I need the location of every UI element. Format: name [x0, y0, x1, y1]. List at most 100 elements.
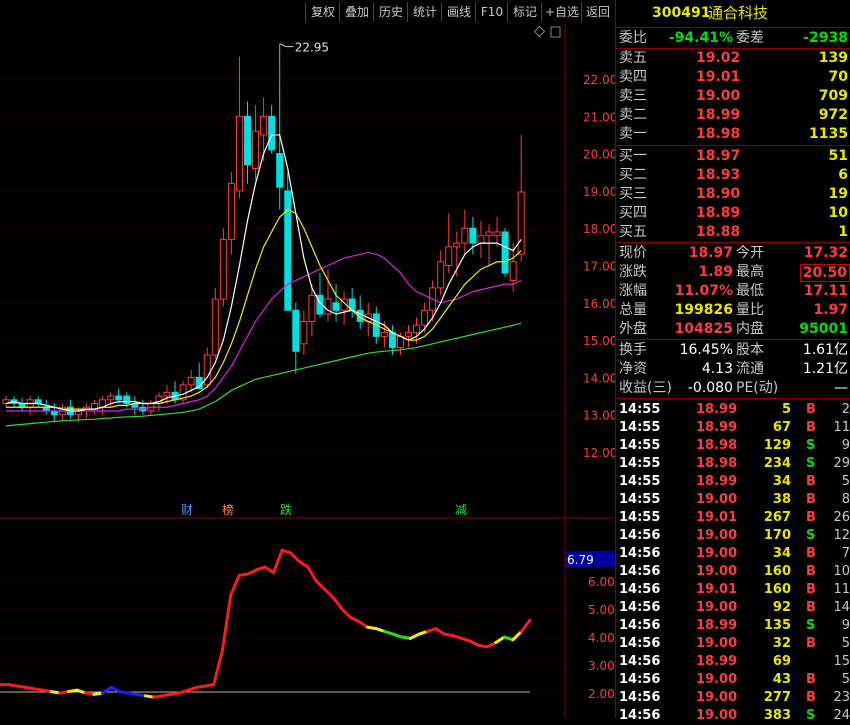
candle-body	[292, 309, 300, 352]
tick-volume: 277	[763, 690, 791, 705]
quote-value: 1.89	[698, 264, 733, 280]
candle-body	[437, 261, 445, 289]
buy-level-price: 18.93	[696, 167, 741, 183]
tick-count: 5	[841, 672, 850, 687]
tick-side: S	[806, 528, 816, 543]
tick-count: 23	[833, 690, 850, 705]
sell-level-row: 卖五 19.02 139	[616, 49, 850, 68]
tick-time: 14:56	[619, 528, 661, 543]
buy-level-price: 18.90	[696, 186, 741, 202]
tick-row: 14:56 19.00 32 B 5	[616, 635, 850, 653]
event-marker[interactable]: 榜	[222, 502, 234, 517]
indicator-segment	[511, 629, 523, 642]
tick-count: 29	[833, 456, 850, 471]
mark-button[interactable]: 标记	[507, 2, 542, 22]
tick-volume: 43	[772, 672, 791, 687]
tick-side: B	[806, 546, 816, 561]
stats-button[interactable]: 统计	[407, 2, 442, 22]
kline-chart[interactable]: 22.00 21.00 20.00 19.00 18.00 17.00 16.00 15.00…	[0, 24, 615, 718]
event-marker[interactable]: 跌	[280, 502, 292, 517]
sell-level-label: 卖五	[619, 50, 647, 66]
tick-time: 14:56	[619, 618, 661, 633]
tick-volume: 92	[772, 600, 791, 615]
divider	[616, 339, 850, 340]
buy-level-row: 买一 18.97 51	[616, 147, 850, 166]
tick-row: 14:55 19.00 38 B 8	[616, 491, 850, 509]
tick-row: 14:56 19.00 34 B 7	[616, 545, 850, 563]
order-ratio-row: 委比 -94.41% 委差 -2938	[616, 29, 850, 48]
sell-level-volume: 1135	[809, 126, 848, 142]
indicator-segment	[519, 618, 532, 633]
tick-side: B	[806, 510, 816, 525]
kline-chart-area[interactable]: 22.00 21.00 20.00 19.00 18.00 17.00 16.00 15.00…	[0, 24, 615, 718]
peak-price-label: 22.95	[295, 41, 329, 55]
tick-row: 14:55 18.99 34 B 5	[616, 473, 850, 491]
price-axis-label: 17.00	[583, 260, 615, 274]
quote-panel: 300491 通合科技 委比 -94.41% 委差 -2938 卖五 19.02 139 卖四 19…	[615, 0, 850, 723]
price-axis-label: 16.00	[583, 297, 615, 311]
event-marker[interactable]: 减	[455, 503, 467, 517]
quote-label: 量比	[736, 302, 764, 318]
event-marker[interactable]: 财	[181, 503, 193, 517]
buy-level-label: 买一	[619, 148, 647, 164]
buy-level-volume: 10	[828, 205, 848, 221]
sell-level-price: 18.98	[696, 126, 741, 142]
candle-body	[413, 324, 421, 334]
indicator-segment	[331, 596, 344, 611]
buy-level-label: 买四	[619, 205, 647, 221]
overlay-button[interactable]: 叠加	[339, 2, 374, 22]
candle-body	[461, 227, 469, 244]
order-diff-value: -2938	[803, 30, 848, 46]
candle-body	[268, 115, 276, 151]
buy-level-price: 18.89	[696, 205, 741, 221]
buy-level-volume: 51	[828, 148, 848, 164]
indicator-axis-label: 2.00	[588, 687, 615, 701]
order-ratio-value: -94.41%	[668, 30, 733, 46]
quote-value: 20.50	[799, 264, 850, 282]
buy-level-label: 买五	[619, 224, 647, 240]
candle-body	[123, 395, 131, 405]
tick-price: 19.00	[696, 672, 738, 687]
indicator-segment	[297, 559, 310, 569]
candle-body	[163, 391, 171, 397]
tick-side: B	[806, 420, 816, 435]
tick-time: 14:55	[619, 420, 661, 435]
tick-row: 14:55 19.01 267 B 26	[616, 509, 850, 527]
price-axis-label: 20.00	[583, 148, 615, 162]
history-button[interactable]: 历史	[373, 2, 408, 22]
back-button[interactable]: 返回	[581, 2, 614, 22]
quote-row: 总量 199826 量比 1.97	[616, 301, 850, 320]
indicator-segment	[323, 587, 335, 600]
candle-body	[235, 115, 243, 192]
sell-level-price: 18.99	[696, 107, 741, 123]
candle-body	[396, 335, 404, 349]
sell-level-row: 卖四 19.01 70	[616, 68, 850, 87]
tick-count: 26	[833, 510, 850, 525]
candle-body	[91, 403, 99, 412]
draw-line-button[interactable]: 画线	[441, 2, 476, 22]
quote-value: 199826	[674, 302, 733, 318]
fundamental-label: 流通	[736, 361, 764, 377]
tick-time: 14:55	[619, 438, 661, 453]
add-watchlist-button[interactable]: +自选	[541, 2, 582, 22]
quote-row: 涨跌 1.89 最高 20.50	[616, 263, 850, 282]
sell-level-volume: 139	[818, 50, 848, 66]
quote-value: 95001	[799, 321, 848, 337]
restore-rights-button[interactable]: 复权	[305, 2, 340, 22]
candle-body	[115, 395, 123, 401]
tick-price: 19.00	[696, 600, 738, 615]
fundamental-value: 1.21亿	[802, 361, 848, 377]
tick-volume: 160	[763, 582, 791, 597]
f10-button[interactable]: F10	[475, 2, 508, 22]
tick-count: 7	[841, 546, 850, 561]
tick-row: 14:55 18.99 5 B 2	[616, 401, 850, 419]
sell-level-label: 卖三	[619, 88, 647, 104]
tick-price: 19.00	[696, 708, 738, 723]
indicator-segment	[494, 635, 506, 645]
price-axis-label: 12.00	[583, 446, 615, 460]
candle-body	[187, 376, 195, 386]
tick-count: 11	[833, 420, 850, 435]
fundamental-value: 16.45%	[679, 342, 733, 358]
candle-body	[421, 309, 429, 326]
tick-side: S	[806, 708, 816, 723]
